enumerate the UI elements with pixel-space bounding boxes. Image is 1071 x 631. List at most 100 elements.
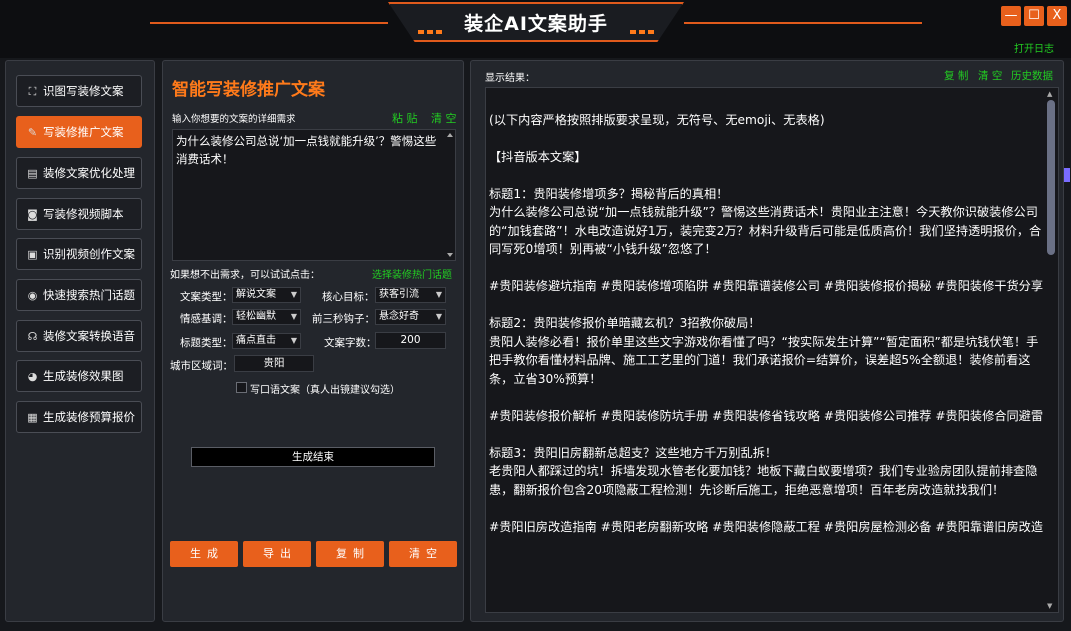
clear-button[interactable]: 清空 (389, 541, 457, 567)
sidebar-item-label: 装修文案转换语音 (43, 329, 135, 343)
result-paragraph: 贵阳人装修必看！报价单里这些文字游戏你看懂了吗？“按实际发生计算”“暂定面积”都… (489, 334, 1039, 386)
result-spacer (489, 166, 1044, 185)
sidebar-item-8[interactable]: ◕ 生成装修效果图 (16, 360, 142, 392)
result-paragraph: #贵阳旧房改造指南 #贵阳老房翻新攻略 #贵阳装修隐蔽工程 #贵阳房屋检测必备 … (489, 519, 1044, 534)
chevron-down-icon: ▼ (290, 290, 297, 299)
sidebar-item-4[interactable]: ◙ 写装修视频脚本 (16, 198, 142, 230)
result-paragraph: (以下内容严格按照排版要求呈现，无符号、无emoji、无表格) (489, 112, 825, 127)
history-button[interactable]: 历史数据 (1011, 68, 1053, 83)
chevron-down-icon: ▼ (435, 290, 442, 299)
edge-handle[interactable] (1064, 168, 1070, 182)
title-type-select[interactable]: 痛点直击 ▼ (232, 333, 301, 349)
palette-icon: ◕ (27, 369, 38, 383)
sidebar-item-label: 生成装修效果图 (43, 369, 124, 383)
location-pin-icon: ◉ (27, 288, 38, 302)
result-paragraph: 标题3：贵阳旧房翻新总超支？这些地方千万别乱拆！ (489, 445, 778, 460)
city-label: 城市区域词： (170, 360, 233, 372)
tone-select[interactable]: 轻松幽默 ▼ (232, 309, 301, 325)
result-scrollbar[interactable]: ▲ ▼ (1046, 90, 1056, 610)
scroll-down-icon[interactable]: ▼ (1047, 602, 1052, 610)
sidebar-item-3[interactable]: ▤ 装修文案优化处理 (16, 157, 142, 189)
sidebar-item-5[interactable]: ▣ 识别视频创作文案 (16, 238, 142, 270)
chevron-down-icon: ▼ (290, 336, 297, 345)
close-button[interactable]: X (1047, 6, 1067, 26)
calculator-icon: ▦ (27, 410, 38, 424)
scrollbar-thumb[interactable] (1047, 100, 1055, 255)
colloquial-label: 写口语文案（真人出镜建议勾选） (250, 385, 400, 396)
requirement-input[interactable]: 为什么装修公司总说‘加一点钱就能升级’？警惕这些消费话术！ (172, 129, 456, 261)
goal-label: 核心目标： (322, 291, 375, 303)
clear-input-button[interactable]: 清 空 (431, 110, 457, 126)
result-paragraph: 老贵阳人都踩过的坑！拆墙发现水管老化要加钱？地板下藏白蚁要增项？我们专业验房团队… (489, 464, 1038, 497)
open-log-link[interactable]: 打开日志 (1014, 40, 1054, 55)
word-count-label: 文案字数： (324, 337, 377, 349)
pen-icon: ✎ (27, 125, 38, 139)
sidebar-item-6[interactable]: ◉ 快速搜索热门话题 (16, 279, 142, 311)
sidebar-item-label: 写装修视频脚本 (43, 207, 124, 221)
hook-value: 悬念好奇 (379, 311, 419, 322)
sidebar-item-label: 写装修推广文案 (43, 125, 124, 139)
maximize-button[interactable]: ☐ (1024, 6, 1044, 26)
copy-result-button[interactable]: 复 制 (944, 68, 968, 83)
tone-label: 情感基调： (180, 313, 233, 325)
result-spacer (489, 388, 1044, 407)
sidebar-item-label: 生成装修预算报价 (43, 410, 135, 424)
result-spacer (489, 129, 1044, 148)
scroll-up-icon[interactable]: ▲ (1047, 90, 1052, 98)
result-label: 显示结果： (485, 73, 535, 84)
copy-type-value: 解说文案 (236, 289, 276, 300)
panel-title: 智能写装修推广文案 (172, 80, 325, 100)
result-panel: 显示结果： 复 制 清 空 历史数据 (以下内容严格按照排版要求呈现，无符号、无… (470, 60, 1064, 622)
chevron-down-icon: ▼ (435, 312, 442, 321)
sidebar: ⛶ 识图写装修文案 ✎ 写装修推广文案 ▤ 装修文案优化处理 ◙ 写装修视频脚本 ▣ 识别视频创作… (5, 60, 155, 622)
result-spacer (489, 259, 1044, 278)
generate-button[interactable]: 生成 (170, 541, 238, 567)
sidebar-item-1[interactable]: ⛶ 识图写装修文案 (16, 75, 142, 107)
result-paragraph: #贵阳装修避坑指南 #贵阳装修增项陷阱 #贵阳靠谱装修公司 #贵阳装修报价揭秘 … (489, 279, 1044, 293)
camera-icon: ◙ (27, 207, 38, 221)
sidebar-item-9[interactable]: ▦ 生成装修预算报价 (16, 401, 142, 433)
paste-button[interactable]: 粘 贴 (392, 110, 418, 126)
result-paragraph: 标题2：贵阳装修报价单暗藏玄机？3招教你破局！ (489, 316, 761, 330)
title-decor-line-right (684, 22, 922, 24)
hook-select[interactable]: 悬念好奇 ▼ (375, 309, 446, 325)
word-count-input[interactable]: 200 (375, 332, 446, 349)
chevron-down-icon: ▼ (290, 312, 297, 321)
clear-result-button[interactable]: 清 空 (978, 68, 1002, 83)
sidebar-item-2[interactable]: ✎ 写装修推广文案 (16, 116, 142, 148)
export-button[interactable]: 导出 (243, 541, 311, 567)
colloquial-checkbox[interactable] (236, 382, 247, 393)
app-title: 装企AI文案助手 (464, 13, 608, 35)
image-scan-icon: ⛶ (28, 84, 37, 98)
sidebar-item-label: 识图写装修文案 (43, 84, 124, 98)
sidebar-item-label: 装修文案优化处理 (43, 166, 135, 180)
sidebar-item-7[interactable]: ☊ 装修文案转换语音 (16, 320, 142, 352)
hot-topics-link[interactable]: 选择装修热门话题 (372, 266, 452, 281)
copy-type-label: 文案类型： (180, 291, 233, 303)
title-decor-line-left (150, 22, 388, 24)
result-output[interactable]: (以下内容严格按照排版要求呈现，无符号、无emoji、无表格) 【抖音版本文案】标… (485, 87, 1059, 613)
title-bar: 装企AI文案助手 — ☐ X 打开日志 (0, 0, 1071, 58)
status-bar: 生成结束 (191, 447, 435, 467)
goal-select[interactable]: 获客引流 ▼ (375, 287, 446, 303)
result-paragraph: #贵阳装修报价解析 #贵阳装修防坑手册 #贵阳装修省钱攻略 #贵阳装修公司推荐 … (489, 408, 1044, 423)
topic-hint: 如果想不出需求，可以试试点击： (170, 270, 320, 281)
result-paragraph: 标题1：贵阳装修增项多？揭秘背后的真相！ (489, 186, 729, 201)
requirement-text: 为什么装修公司总说‘加一点钱就能升级’？警惕这些消费话术！ (176, 134, 437, 166)
result-spacer (489, 425, 1044, 444)
copywriting-panel: 智能写装修推广文案 输入你想要的文案的详细需求 粘 贴 清 空 为什么装修公司总… (162, 60, 464, 622)
title-type-label: 标题类型： (180, 337, 233, 349)
input-scrollbar[interactable] (446, 131, 454, 259)
goal-value: 获客引流 (379, 289, 419, 300)
copy-type-select[interactable]: 解说文案 ▼ (232, 287, 301, 303)
minimize-button[interactable]: — (1001, 6, 1021, 26)
document-icon: ▤ (27, 166, 38, 180)
copy-button[interactable]: 复制 (316, 541, 384, 567)
hook-label: 前三秒钩子： (312, 313, 375, 325)
tone-value: 轻松幽默 (236, 311, 276, 322)
requirement-label: 输入你想要的文案的详细需求 (172, 114, 296, 125)
result-paragraph: 【抖音版本文案】 (489, 149, 587, 164)
city-input[interactable]: 贵阳 (234, 355, 314, 372)
result-spacer (489, 296, 1044, 315)
result-spacer (489, 92, 1044, 111)
